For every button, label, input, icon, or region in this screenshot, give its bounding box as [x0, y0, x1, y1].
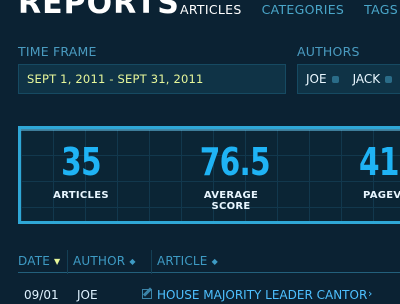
time-frame-label: TIME FRAME — [18, 44, 97, 59]
remove-icon[interactable] — [385, 75, 393, 83]
edit-icon[interactable] — [142, 289, 152, 299]
column-date[interactable]: DATE ▼ — [18, 254, 60, 268]
time-frame-value: SEPT 1, 2011 - SEPT 31, 2011 — [27, 72, 204, 86]
chevron-right-icon[interactable]: › — [368, 287, 372, 300]
stat-value: 41 — [359, 140, 399, 184]
author-tag: JACK — [353, 72, 393, 86]
sort-desc-icon: ▼ — [54, 256, 61, 266]
stat-articles: 35 ARTICLES — [51, 143, 111, 201]
authors-label: AUTHORS — [297, 44, 360, 59]
stat-value: 76.5 — [199, 140, 271, 184]
stat-average-score: 76.5 AVERAGE SCORE — [191, 143, 271, 212]
stats-panel: 35 ARTICLES 76.5 AVERAGE SCORE 41 PAGEVI… — [18, 126, 400, 224]
stat-value: 35 — [61, 140, 101, 184]
authors-field[interactable]: JOE JACK — [297, 64, 400, 94]
column-label: ARTICLE — [157, 254, 208, 268]
stat-pageviews: 41 PAGEVIEW — [359, 143, 400, 201]
column-divider — [151, 250, 152, 274]
column-article[interactable]: ARTICLE ◆ — [157, 254, 218, 268]
column-author[interactable]: AUTHOR ◆ — [73, 254, 136, 268]
sort-icon: ◆ — [211, 256, 218, 266]
tab-categories[interactable]: CATEGORIES — [262, 2, 345, 17]
report-tabs: ARTICLES CATEGORIES TAGS — [180, 2, 398, 17]
page-title: REPORTS — [18, 0, 180, 21]
stat-caption: AVERAGE SCORE — [203, 190, 259, 212]
remove-icon[interactable] — [331, 75, 339, 83]
stat-caption: ARTICLES — [53, 190, 109, 201]
table-header: DATE ▼ AUTHOR ◆ ARTICLE ◆ — [18, 254, 400, 273]
tab-articles[interactable]: ARTICLES — [180, 2, 242, 17]
stat-caption: PAGEVIEW — [363, 190, 400, 201]
author-tag-label: JACK — [352, 72, 381, 86]
column-label: DATE — [18, 254, 51, 268]
table-row[interactable]: 09/01 JOE HOUSE MAJORITY LEADER CANTOR › — [18, 284, 400, 304]
time-frame-field[interactable]: SEPT 1, 2011 - SEPT 31, 2011 — [18, 64, 286, 94]
column-label: AUTHOR — [73, 254, 126, 268]
column-divider — [67, 250, 68, 274]
tab-tags[interactable]: TAGS — [364, 2, 398, 17]
author-tag-label: JOE — [306, 72, 327, 86]
sort-icon: ◆ — [129, 256, 136, 266]
author-tag: JOE — [306, 72, 339, 86]
